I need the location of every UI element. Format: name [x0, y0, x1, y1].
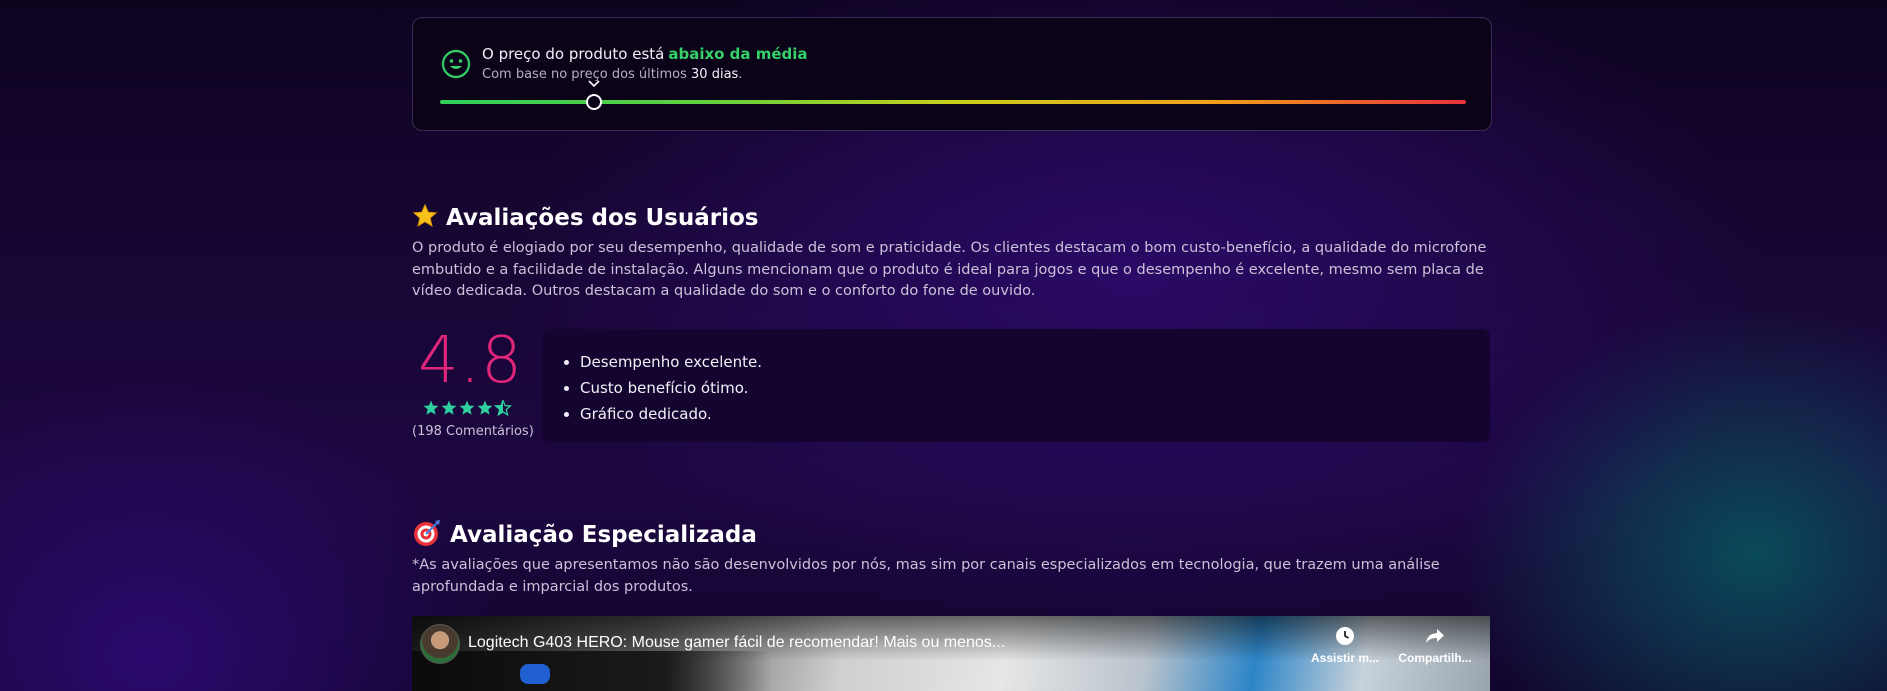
rating-count: (198 Comentários) — [412, 424, 534, 439]
share-label: Compartilh... — [1398, 651, 1472, 665]
star-icon — [477, 400, 493, 415]
share-icon — [1426, 629, 1444, 643]
price-status-highlight: abaixo da média — [668, 45, 808, 63]
star-icon — [441, 400, 457, 415]
list-item: Custo benefício ótimo. — [580, 375, 762, 401]
target-icon — [414, 520, 440, 546]
price-position-marker — [585, 94, 602, 110]
price-basis: Com base no preço dos últimos 30 dias. — [482, 67, 742, 82]
star-icon — [412, 203, 438, 227]
pros-list: Desempenho excelente. Custo benefício ót… — [542, 349, 762, 427]
smile-icon — [441, 49, 471, 79]
list-item: Desempenho excelente. — [580, 349, 762, 375]
video-embed[interactable]: Logitech G403 HERO: Mouse gamer fácil de… — [412, 616, 1490, 691]
expert-title: Avaliação Especializada — [450, 522, 757, 548]
watch-later-label: Assistir m... — [1310, 651, 1380, 665]
reviews-title: Avaliações dos Usuários — [446, 205, 759, 231]
price-basis-days: 30 dias — [691, 67, 739, 82]
price-status: O preço do produto está abaixo da média — [482, 45, 808, 63]
price-status-text: O preço do produto está — [482, 45, 665, 63]
list-item: Gráfico dedicado. — [580, 401, 762, 427]
half-star-icon — [493, 400, 513, 416]
star-icon — [423, 400, 439, 415]
share-button[interactable]: Compartilh... — [1395, 626, 1475, 665]
expert-heading: Avaliação Especializada — [412, 518, 757, 548]
watch-later-button[interactable]: Assistir m... — [1305, 626, 1385, 665]
rating-stars — [423, 400, 513, 416]
expert-note: *As avaliações que apresentamos não são … — [412, 557, 1440, 595]
price-indicator-card: O preço do produto está abaixo da média C… — [412, 17, 1492, 131]
channel-avatar[interactable] — [420, 624, 460, 664]
chevron-down-icon — [588, 80, 600, 88]
rating-score: 4.8 — [418, 324, 523, 398]
video-title[interactable]: Logitech G403 HERO: Mouse gamer fácil de… — [468, 634, 1005, 652]
reviews-summary: O produto é elogiado por seu desempenho,… — [412, 240, 1487, 299]
price-basis-suffix: . — [738, 67, 743, 82]
reviews-heading: Avaliações dos Usuários — [412, 203, 758, 231]
clock-icon — [1336, 627, 1354, 645]
pros-list-box: Desempenho excelente. Custo benefício ót… — [542, 329, 1490, 442]
price-basis-prefix: Com base no preço dos últimos — [482, 67, 687, 82]
star-icon — [459, 400, 475, 415]
